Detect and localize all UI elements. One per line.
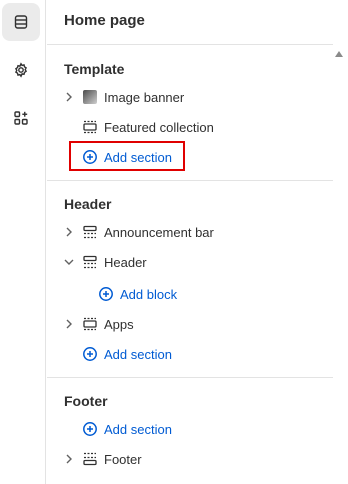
image-thumbnail-icon [82,89,98,105]
footer-add-section-button[interactable]: Add section [82,417,172,441]
plus-circle-icon [98,286,114,302]
section-icon [82,119,98,135]
add-section-label: Add section [104,421,172,437]
apps-nav-button[interactable] [2,99,40,137]
gear-icon [13,62,29,78]
section-item-label: Header [104,254,147,270]
section-item-image-banner[interactable]: Image banner [82,85,184,109]
chevron-right-icon[interactable] [64,92,74,102]
header-group-title: Header [64,196,112,212]
header-add-block-button[interactable]: Add block [98,282,177,306]
section-icon [82,316,98,332]
chevron-right-icon[interactable] [64,319,74,329]
plus-circle-icon [82,346,98,362]
divider [47,44,333,45]
chevron-right-icon[interactable] [64,454,74,464]
footer-group-title: Footer [64,393,108,409]
section-item-apps[interactable]: Apps [82,312,134,336]
section-footer-icon [82,451,98,467]
divider [47,180,333,181]
sidebar-rail [0,0,46,484]
section-item-label: Apps [104,316,134,332]
sections-nav-button[interactable] [2,3,40,41]
section-item-label: Announcement bar [104,224,214,240]
add-block-label: Add block [120,286,178,302]
highlight-box [69,141,185,171]
section-header-icon [82,224,98,240]
scroll-up-arrow-icon[interactable] [335,51,343,57]
sections-icon [13,14,29,30]
section-item-featured-collection[interactable]: Featured collection [82,115,214,139]
page-title: Home page [64,12,145,29]
settings-nav-button[interactable] [2,51,40,89]
add-section-label: Add section [104,346,172,362]
template-group-title: Template [64,61,125,77]
section-item-label: Image banner [104,89,185,105]
chevron-down-icon[interactable] [64,257,74,267]
plus-circle-icon [82,421,98,437]
section-item-header[interactable]: Header [82,250,147,274]
header-add-section-button[interactable]: Add section [82,342,172,366]
section-item-label: Featured collection [104,119,214,135]
section-item-announcement-bar[interactable]: Announcement bar [82,220,214,244]
apps-icon [13,110,29,126]
chevron-right-icon[interactable] [64,227,74,237]
sections-panel: Home page Template Image banner Featured… [47,0,348,484]
section-item-footer[interactable]: Footer [82,447,142,471]
divider [47,377,333,378]
section-item-label: Footer [104,451,142,467]
section-header-icon [82,254,98,270]
